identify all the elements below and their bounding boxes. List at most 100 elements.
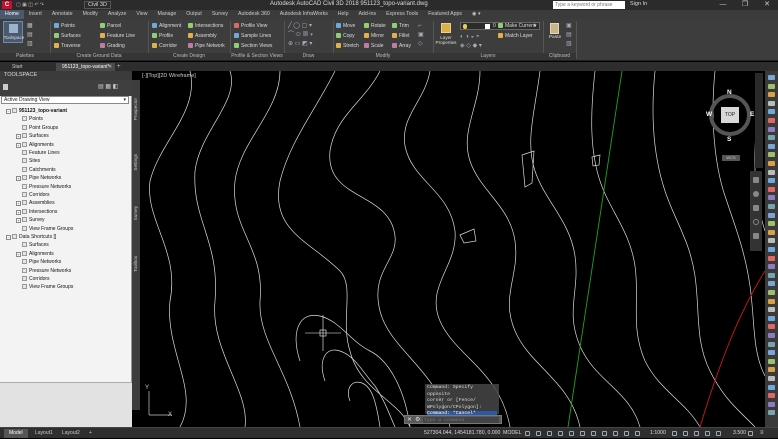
status-toggle-icon[interactable] bbox=[694, 431, 699, 436]
tab-start[interactable]: Start bbox=[6, 63, 29, 71]
tree-item[interactable]: + Surfaces bbox=[16, 132, 49, 140]
tree-item[interactable]: Points bbox=[22, 115, 43, 123]
command-input[interactable] bbox=[423, 417, 499, 423]
tree-item[interactable]: View Frame Groups bbox=[22, 225, 73, 233]
tab-layout2[interactable]: Layout2 bbox=[57, 429, 85, 438]
ribbon-btn-stretch[interactable]: Stretch bbox=[336, 42, 359, 50]
palette-small-icons[interactable]: ▦ ▤ ▥ bbox=[27, 22, 43, 50]
status-toggle-icon[interactable] bbox=[624, 431, 629, 436]
tree-item[interactable]: Corridors bbox=[22, 275, 50, 283]
compass-east[interactable]: E bbox=[750, 111, 754, 118]
tree-item[interactable]: Catchments bbox=[22, 166, 56, 174]
drawing-canvas[interactable]: [-][Top][2D Wireframe] X Y TOP N S W E W… bbox=[140, 71, 765, 427]
ribbon-btn-profile-view[interactable]: Profile View bbox=[234, 22, 267, 30]
layer-tool-icons[interactable]: ◐ ◑ ◒ ◓ ◈ ◇ ◆ ▾ bbox=[460, 33, 496, 51]
tool-palette-icon[interactable] bbox=[768, 238, 775, 244]
tree-item[interactable]: Pipe Networks bbox=[22, 258, 61, 266]
tool-palette-icon[interactable] bbox=[768, 109, 775, 115]
panel-title-layers[interactable]: Layers bbox=[433, 53, 543, 60]
coordinate-readout[interactable]: 527304.044, 1454181.780, 0.000 bbox=[424, 428, 500, 439]
ribbon-tab-modify[interactable]: Modify bbox=[78, 10, 103, 19]
status-toggle-icon[interactable] bbox=[705, 431, 710, 436]
ribbon-btn-grading[interactable]: Grading bbox=[100, 42, 125, 50]
ribbon-tab-insert[interactable]: Insert bbox=[24, 10, 47, 19]
tool-palette-icon[interactable] bbox=[768, 83, 775, 89]
tool-palette-icon[interactable] bbox=[768, 135, 775, 141]
pan-icon[interactable] bbox=[753, 177, 759, 183]
panel-title-modify[interactable]: Modify bbox=[333, 53, 433, 60]
tool-palette-icon[interactable] bbox=[768, 281, 775, 287]
tool-palette-icon[interactable] bbox=[768, 290, 775, 295]
panel-title-clipboard[interactable]: Clipboard bbox=[543, 53, 576, 60]
ribbon-btn-traverse[interactable]: Traverse bbox=[54, 42, 81, 50]
tool-palette-icon[interactable] bbox=[768, 341, 775, 347]
modify-extra-icons[interactable]: ⌐ ▣ ◇ bbox=[418, 22, 432, 50]
customization-icon[interactable]: ≡ bbox=[760, 428, 764, 439]
wrench-icon[interactable]: ⚙ bbox=[415, 416, 420, 423]
tool-palette-icon[interactable] bbox=[768, 204, 775, 209]
status-toggle-icon[interactable] bbox=[613, 431, 618, 436]
ribbon-btn-match-layer[interactable]: Match Layer bbox=[498, 32, 533, 40]
status-toggle-icon[interactable] bbox=[716, 431, 721, 436]
tool-palette-icon[interactable] bbox=[768, 152, 775, 158]
tool-palette-icon[interactable] bbox=[768, 247, 775, 252]
ribbon-btn-mirror[interactable]: Mirror bbox=[364, 32, 384, 40]
help-search-input[interactable]: Type a keyword or phrase bbox=[553, 1, 625, 9]
tool-palette-icon[interactable] bbox=[768, 393, 775, 399]
status-toggle-icon[interactable] bbox=[536, 431, 541, 436]
ribbon-btn-move[interactable]: Move bbox=[336, 22, 355, 30]
ribbon-btn-copy[interactable]: Copy bbox=[336, 32, 355, 40]
tree-item[interactable]: Surfaces bbox=[22, 241, 49, 249]
expand-toggle-icon[interactable]: − bbox=[6, 235, 11, 240]
tool-palette-icon[interactable] bbox=[768, 212, 775, 218]
ribbon-btn-intersections[interactable]: Intersections bbox=[188, 22, 223, 30]
compass-north[interactable]: N bbox=[727, 89, 732, 96]
ribbon-minimize-icon[interactable]: ◉ ▾ bbox=[467, 10, 486, 19]
model-space-toggle[interactable]: MODEL bbox=[503, 428, 521, 439]
tool-palette-icon[interactable] bbox=[768, 358, 775, 364]
tool-palette-icon[interactable] bbox=[768, 401, 775, 407]
expand-toggle-icon[interactable]: + bbox=[16, 176, 21, 182]
tool-palette-icon[interactable] bbox=[768, 169, 775, 175]
viewcube[interactable]: TOP N S W E bbox=[706, 89, 756, 143]
showmotion-icon[interactable] bbox=[753, 233, 759, 239]
ribbon-tab-output[interactable]: Output bbox=[181, 10, 207, 19]
tree-item[interactable]: + Intersections bbox=[16, 208, 57, 216]
toolspace-icons[interactable]: ▤ ▦ ◧ bbox=[98, 83, 130, 91]
tool-palette-icon[interactable] bbox=[768, 126, 775, 132]
tree-item[interactable]: Pressure Networks bbox=[22, 267, 71, 275]
tree-item[interactable]: + Alignments bbox=[16, 141, 54, 149]
steering-wheel-icon[interactable] bbox=[753, 219, 759, 225]
tool-palette-icon[interactable] bbox=[768, 384, 775, 390]
ribbon-btn-section-views[interactable]: Section Views bbox=[234, 42, 272, 50]
status-toggle-icon[interactable] bbox=[683, 431, 688, 436]
tool-palette-icon[interactable] bbox=[768, 298, 775, 304]
ribbon-btn-surfaces[interactable]: Surfaces bbox=[54, 32, 81, 40]
tree-item[interactable]: − Data Shortcuts [] bbox=[6, 233, 56, 241]
tool-palette-icon[interactable] bbox=[768, 118, 775, 123]
expand-toggle-icon[interactable]: + bbox=[16, 134, 21, 140]
ribbon-btn-fillet[interactable]: Fillet bbox=[392, 32, 410, 40]
tree-item[interactable]: Point Groups bbox=[22, 124, 58, 132]
ribbon-tab-help[interactable]: Help bbox=[333, 10, 354, 19]
tool-palette-icon[interactable] bbox=[768, 255, 775, 261]
tool-palette-icon[interactable] bbox=[768, 186, 775, 192]
sign-in-button[interactable]: Sign In bbox=[630, 1, 647, 7]
ribbon-btn-feature-line[interactable]: Feature Line bbox=[100, 32, 135, 40]
tab-layout1[interactable]: Layout1 bbox=[30, 429, 58, 438]
tool-palette-icon[interactable] bbox=[768, 264, 775, 270]
panel-title-create-ground-data[interactable]: Create Ground Data bbox=[50, 53, 148, 60]
status-toggle-icon[interactable] bbox=[525, 431, 530, 436]
tab-prospector[interactable]: Prospector bbox=[133, 98, 138, 120]
maximize-button[interactable]: ❐ bbox=[734, 0, 756, 10]
ribbon-tab-featured-apps[interactable]: Featured Apps bbox=[423, 10, 467, 19]
tool-palette-icon[interactable] bbox=[768, 221, 775, 227]
toolspace-menu-icon[interactable] bbox=[3, 84, 8, 90]
tool-palette-icon[interactable] bbox=[768, 195, 775, 201]
tab-survey[interactable]: Survey bbox=[133, 206, 138, 220]
tree-item[interactable]: Feature Lines bbox=[22, 149, 60, 157]
tab-drawing[interactable]: 951123_topo-variant* bbox=[56, 63, 116, 71]
expand-toggle-icon[interactable]: + bbox=[16, 251, 21, 257]
panel-title-palettes[interactable]: Palettes bbox=[0, 53, 50, 60]
ribbon-tab-analyze[interactable]: Analyze bbox=[103, 10, 131, 19]
